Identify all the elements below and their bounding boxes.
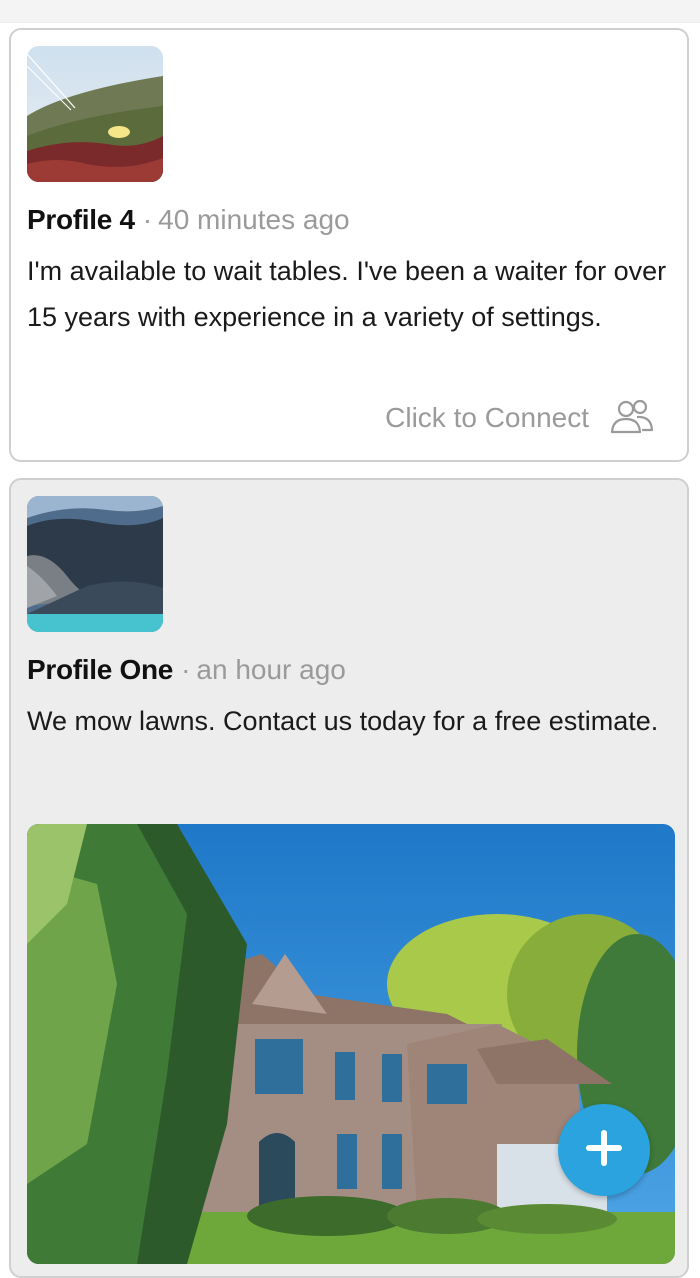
add-post-button[interactable] [558, 1104, 650, 1196]
plus-icon [581, 1125, 627, 1176]
author-name[interactable]: Profile 4 [27, 204, 135, 235]
avatar[interactable] [27, 496, 163, 632]
post-text: We mow lawns. Contact us today for a fre… [27, 706, 659, 736]
people-icon [607, 398, 657, 438]
post-time: 40 minutes ago [158, 204, 350, 235]
post-text: I'm available to wait tables. I've been … [27, 256, 667, 332]
post-meta: Profile One · an hour ago [27, 652, 346, 688]
post-time: an hour ago [196, 654, 346, 685]
meta-separator: · [142, 204, 153, 235]
author-name[interactable]: Profile One [27, 654, 173, 685]
top-strip [0, 0, 700, 23]
meta-separator: · [181, 654, 191, 685]
avatar[interactable] [27, 46, 163, 182]
connect-label: Click to Connect [385, 402, 589, 433]
post-card[interactable]: Profile 4 · 40 minutes ago I'm available t… [9, 28, 689, 462]
connect-button[interactable]: Click to Connect [385, 398, 657, 438]
post-meta: Profile 4 · 40 minutes ago [27, 202, 350, 238]
post-image[interactable] [27, 824, 675, 1264]
